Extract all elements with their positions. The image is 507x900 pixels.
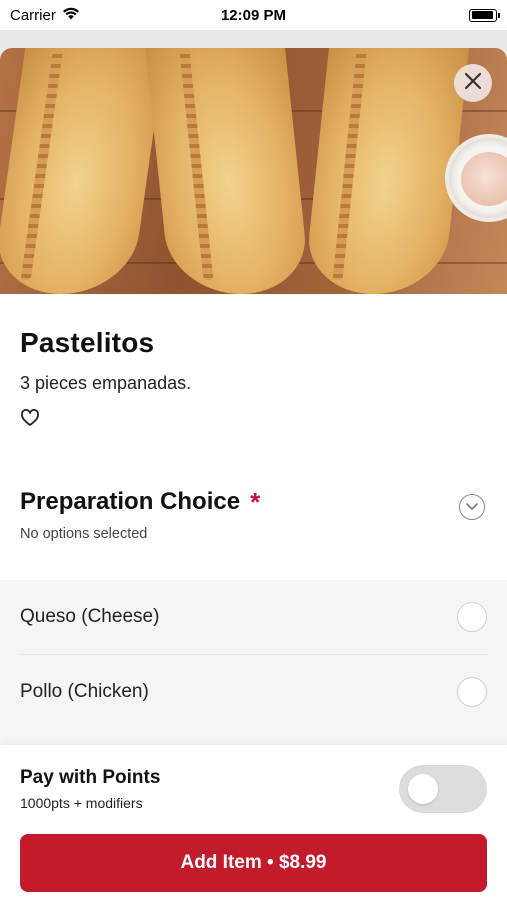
item-detail-sheet: Pastelitos 3 pieces empanadas. Preparati… bbox=[0, 48, 507, 900]
add-item-button[interactable]: Add Item • $8.99 bbox=[20, 834, 487, 892]
preparation-title-row: Preparation Choice * bbox=[20, 488, 487, 516]
option-queso[interactable]: Queso (Cheese) bbox=[20, 580, 487, 654]
preparation-subtitle: No options selected bbox=[20, 526, 148, 542]
points-toggle[interactable] bbox=[399, 765, 487, 813]
wifi-icon bbox=[62, 7, 80, 24]
add-item-label: Add Item • $8.99 bbox=[180, 852, 327, 873]
close-icon bbox=[464, 72, 482, 95]
status-left: Carrier bbox=[10, 7, 80, 24]
radio-button[interactable] bbox=[457, 602, 487, 632]
item-photo bbox=[0, 48, 507, 294]
collapse-toggle[interactable] bbox=[459, 494, 485, 520]
close-button[interactable] bbox=[454, 64, 492, 102]
chevron-down-icon bbox=[466, 498, 478, 516]
points-title: Pay with Points bbox=[20, 767, 161, 788]
option-label: Queso (Cheese) bbox=[20, 606, 160, 627]
required-marker: * bbox=[250, 487, 261, 517]
radio-button[interactable] bbox=[457, 676, 487, 707]
pay-with-points-row: Pay with Points 1000pts + modifiers bbox=[20, 745, 487, 835]
option-label: Pollo (Chicken) bbox=[20, 680, 149, 702]
item-title: Pastelitos bbox=[20, 327, 155, 358]
empanada-image-1 bbox=[0, 48, 166, 294]
empanada-image-3 bbox=[303, 48, 469, 294]
carrier-label: Carrier bbox=[10, 6, 56, 24]
preparation-choice-header[interactable]: Preparation Choice * No options selected bbox=[20, 488, 487, 558]
preparation-title: Preparation Choice bbox=[20, 488, 241, 515]
points-subtitle: 1000pts + modifiers bbox=[20, 795, 143, 811]
favorite-button[interactable] bbox=[20, 408, 40, 428]
status-bar: Carrier 12:09 PM bbox=[0, 0, 507, 30]
preparation-options: Queso (Cheese) Pollo (Chicken) bbox=[0, 580, 507, 750]
empanada-image-2 bbox=[145, 48, 311, 294]
battery-icon bbox=[469, 8, 500, 22]
checkout-panel: Pay with Points 1000pts + modifiers Add … bbox=[0, 745, 507, 900]
heart-icon bbox=[20, 409, 40, 432]
option-pollo[interactable]: Pollo (Chicken) bbox=[20, 654, 487, 728]
item-info: Pastelitos 3 pieces empanadas. Preparati… bbox=[0, 327, 507, 558]
toggle-knob bbox=[408, 774, 438, 804]
item-description: 3 pieces empanadas. bbox=[20, 373, 192, 393]
